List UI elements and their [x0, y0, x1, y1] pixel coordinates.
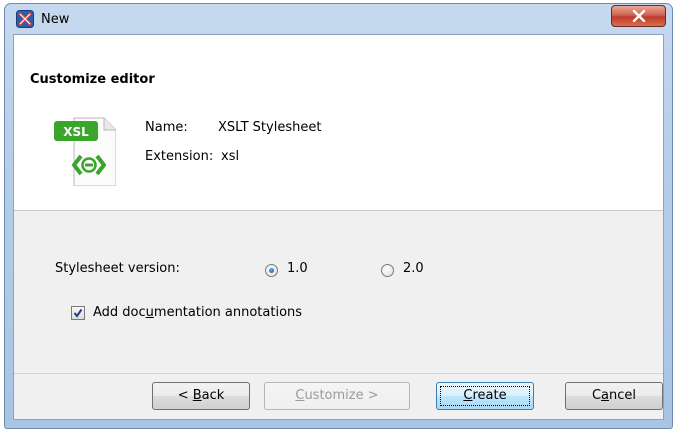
documentation-annotations-checkbox[interactable] [71, 306, 85, 320]
footer-separator [14, 373, 663, 374]
app-x-icon [16, 10, 34, 28]
dialog-content: Customize editor XSL Name: XSLT Styleshe… [13, 34, 664, 420]
version-1-0-radio[interactable] [265, 264, 278, 277]
name-label: Name: [145, 120, 188, 135]
xsl-file-icon: XSL [54, 117, 116, 186]
radio-selected-dot [269, 268, 274, 273]
customize-button[interactable]: Customize > [264, 382, 410, 410]
back-button[interactable]: < Back [152, 382, 250, 410]
header-title: Customize editor [30, 72, 155, 87]
version-2-0-label[interactable]: 2.0 [403, 261, 424, 276]
window-title: New [41, 12, 70, 27]
focus-rectangle [440, 386, 530, 406]
close-icon [632, 10, 646, 22]
xsl-badge-text: XSL [63, 125, 89, 139]
dialog-window: New Customize editor XSL Name: XSLT Styl… [4, 3, 673, 429]
create-button[interactable]: Create [436, 382, 534, 410]
version-2-0-radio[interactable] [381, 264, 394, 277]
name-value: XSLT Stylesheet [218, 120, 322, 135]
header-panel: Customize editor XSL Name: XSLT Styleshe… [14, 35, 663, 211]
version-1-0-label[interactable]: 1.0 [287, 261, 308, 276]
stylesheet-version-label: Stylesheet version: [55, 261, 180, 276]
checkmark-icon [73, 308, 83, 318]
extension-label: Extension: [145, 149, 214, 164]
close-button[interactable] [611, 5, 666, 27]
cancel-button[interactable]: Cancel [565, 382, 663, 410]
title-bar[interactable]: New [5, 4, 672, 34]
documentation-annotations-label[interactable]: Add documentation annotations [93, 305, 302, 320]
extension-value: xsl [221, 149, 240, 164]
